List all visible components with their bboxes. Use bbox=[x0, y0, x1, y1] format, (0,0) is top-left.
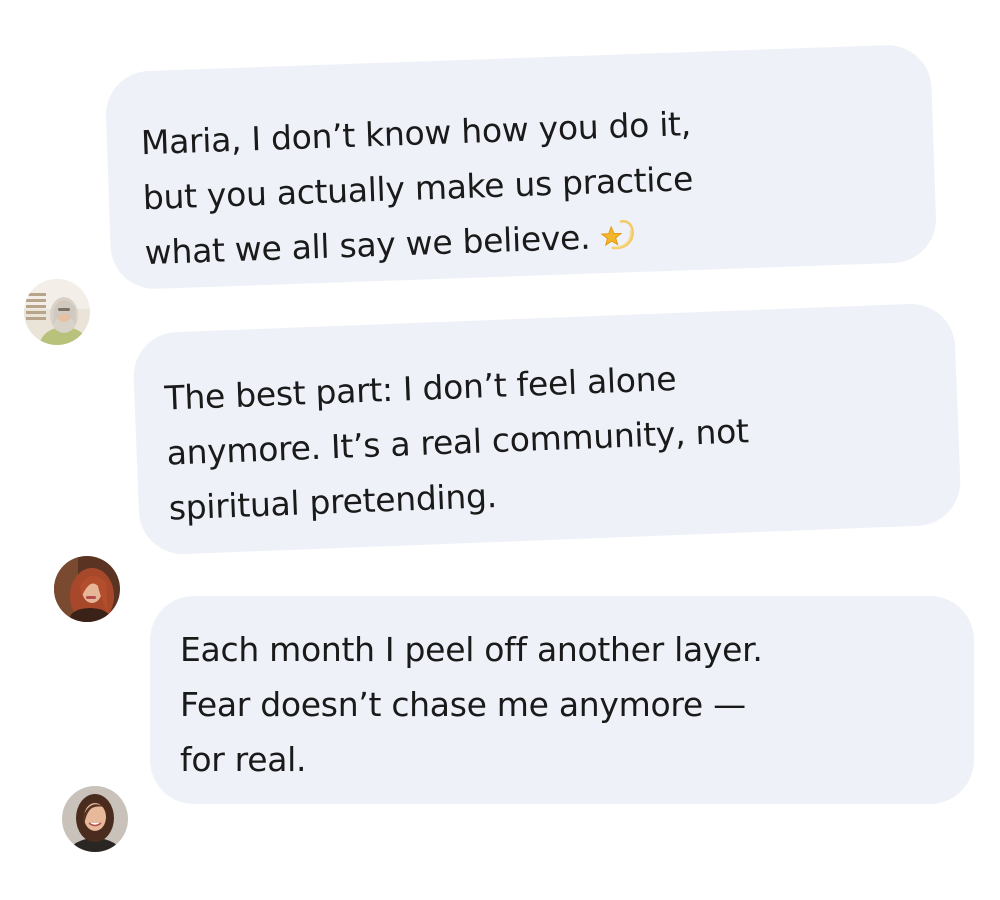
shooting-star-icon bbox=[598, 217, 639, 252]
message-bubble-2: The best part: I don’t feel alone anymor… bbox=[132, 302, 962, 556]
message-3-line-3: for real. bbox=[180, 740, 307, 779]
message-bubble-1: Maria, I don’t know how you do it, but y… bbox=[104, 43, 938, 291]
avatar-1 bbox=[24, 279, 90, 345]
message-3-line-2: Fear doesn’t chase me anymore — bbox=[180, 685, 746, 724]
avatar-3 bbox=[62, 786, 128, 852]
message-1-line-3-text: what we all say we believe. bbox=[144, 217, 591, 273]
avatar-2 bbox=[54, 556, 120, 622]
testimonial-chat: Maria, I don’t know how you do it, but y… bbox=[0, 0, 1000, 900]
message-3-line-1: Each month I peel off another layer. bbox=[180, 630, 763, 669]
message-bubble-3: Each month I peel off another layer. Fea… bbox=[150, 596, 974, 804]
